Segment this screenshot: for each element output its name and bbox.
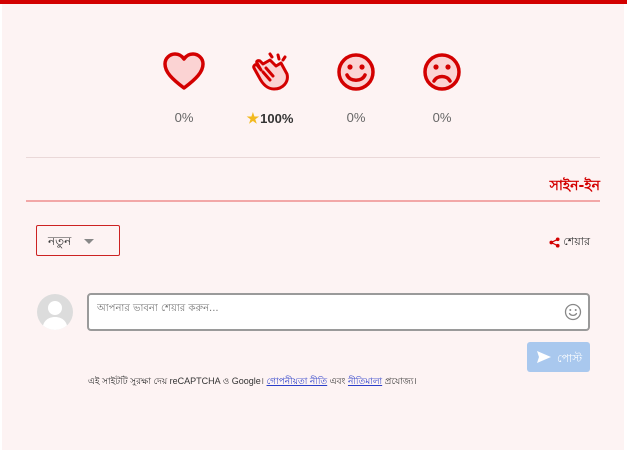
reactions-bar: 0% ★100% 0% 0%	[2, 52, 624, 132]
sort-dropdown-label: নতুন	[48, 234, 72, 248]
accent-divider	[26, 200, 600, 202]
recaptcha-notice: এই সাইটটি সুরক্ষা দেয় reCAPTCHA ও Googl…	[88, 376, 417, 386]
user-icon	[42, 301, 68, 330]
emoji-icon[interactable]	[564, 303, 582, 321]
clap-icon	[252, 52, 289, 91]
signin-link[interactable]: সাইন-ইন	[550, 174, 600, 198]
chevron-down-icon	[84, 239, 94, 244]
heart-icon	[163, 52, 205, 90]
share-button[interactable]: শেয়ার	[549, 233, 590, 252]
comment-input[interactable]	[95, 302, 549, 315]
divider	[26, 157, 600, 158]
smile-icon	[337, 53, 375, 91]
terms-link[interactable]: নীতিমালা	[348, 376, 382, 386]
avatar	[37, 294, 73, 330]
share-icon	[549, 236, 560, 248]
reaction-heart-percent: 0%	[174, 110, 194, 125]
comments-panel: 0% ★100% 0% 0% সাইন-ইন নতুন শেয়ার আপনার…	[2, 4, 624, 450]
sort-dropdown[interactable]: নতুন	[36, 225, 120, 256]
comment-box[interactable]	[87, 293, 590, 331]
reaction-clap[interactable]: ★100%	[230, 52, 310, 127]
star-icon: ★	[246, 110, 260, 126]
send-icon	[537, 351, 551, 363]
reaction-heart[interactable]: 0%	[144, 52, 224, 125]
reaction-smile[interactable]: 0%	[316, 52, 396, 125]
reaction-sad[interactable]: 0%	[402, 52, 482, 125]
post-button[interactable]: পোস্ট	[527, 342, 590, 372]
privacy-policy-link[interactable]: গোপনীয়তা নীতি	[267, 376, 328, 386]
share-label: শেয়ার	[563, 235, 590, 248]
sad-icon	[423, 53, 461, 91]
reaction-smile-percent: 0%	[346, 110, 366, 125]
post-button-label: পোস্ট	[557, 352, 583, 365]
reaction-clap-percent: ★100%	[246, 110, 294, 126]
reaction-sad-percent: 0%	[432, 110, 452, 125]
